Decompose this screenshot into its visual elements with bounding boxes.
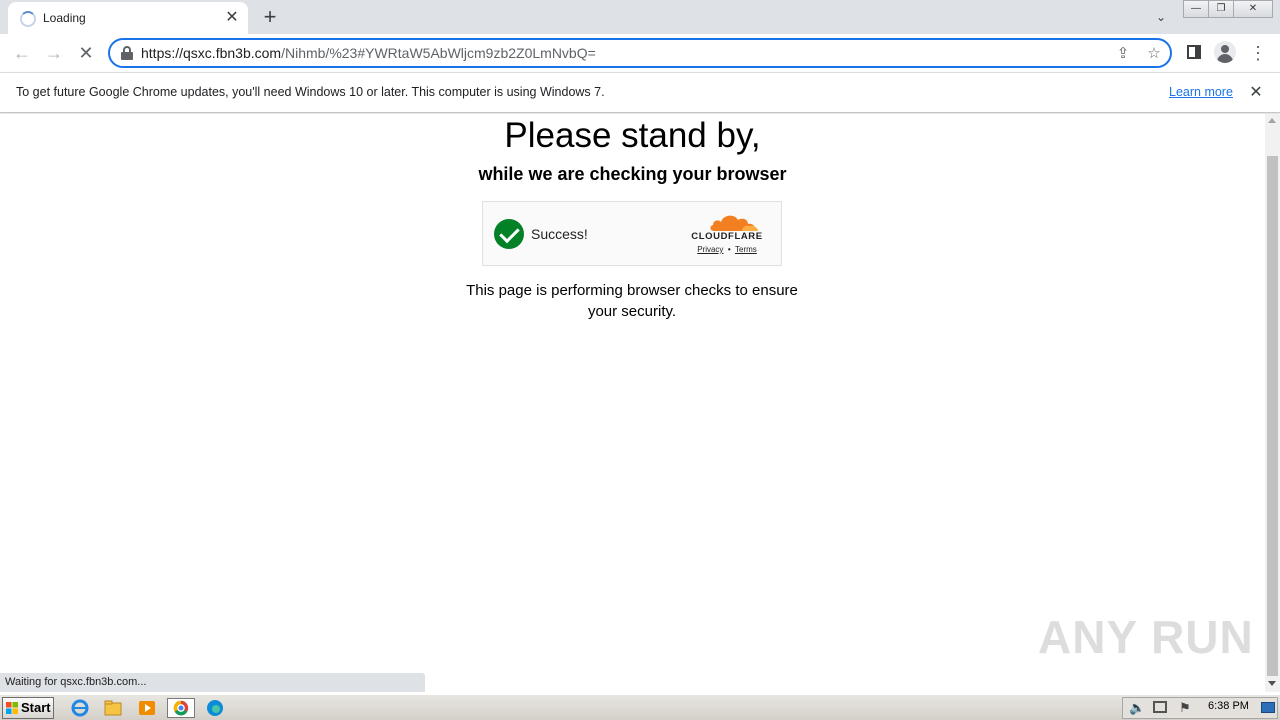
side-panel-icon[interactable] [1187, 45, 1201, 59]
volume-icon[interactable]: 🔈 [1129, 700, 1145, 716]
windows-taskbar: Start 🔈 ⚑ 6:38 PM [0, 694, 1280, 720]
infobar-message: To get future Google Chrome updates, you… [16, 85, 605, 99]
show-desktop-icon[interactable] [1261, 702, 1275, 713]
scroll-down-arrow-icon[interactable] [1268, 681, 1276, 686]
browser-tab[interactable]: Loading ✕ [8, 2, 248, 34]
url-text[interactable]: https://qsxc.fbn3b.com/Nihmb/%23#YWRtaW5… [141, 45, 596, 61]
profile-avatar-icon[interactable] [1214, 41, 1236, 63]
tab-search-button[interactable]: ⌄ [1150, 6, 1172, 28]
lock-icon[interactable] [121, 46, 133, 60]
network-icon[interactable] [1153, 701, 1167, 713]
browser-toolbar: ← → ✕ https://qsxc.fbn3b.com/Nihmb/%23#Y… [0, 34, 1280, 72]
close-window-button[interactable]: ✕ [1233, 0, 1273, 18]
terms-link[interactable]: Terms [735, 245, 757, 254]
success-check-icon [494, 219, 524, 249]
scroll-up-arrow-icon[interactable] [1268, 118, 1276, 123]
cloudflare-challenge-widget: Success! CLOUDFLARE Privacy • Terms [482, 201, 782, 266]
challenge-status: Success! [531, 226, 588, 242]
infobar-close-icon[interactable]: ✕ [1244, 81, 1268, 105]
cloudflare-links: Privacy • Terms [686, 245, 768, 254]
cloudflare-brand-text: CLOUDFLARE [691, 231, 763, 242]
start-label: Start [21, 700, 51, 715]
action-center-flag-icon[interactable]: ⚑ [1179, 700, 1191, 716]
page-subheadline: while we are checking your browser [478, 164, 787, 184]
edge-icon[interactable] [204, 698, 226, 718]
back-button[interactable]: ← [8, 39, 36, 67]
loading-spinner-icon [20, 11, 36, 27]
minimize-button[interactable]: — [1183, 0, 1209, 18]
chrome-taskbar-icon[interactable] [167, 698, 195, 718]
cloudflare-logo: CLOUDFLARE Privacy • Terms [686, 212, 766, 258]
url-domain: https://qsxc.fbn3b.com [141, 45, 282, 61]
address-bar[interactable]: https://qsxc.fbn3b.com/Nihmb/%23#YWRtaW5… [108, 38, 1172, 68]
tab-title: Loading [43, 11, 86, 25]
new-tab-button[interactable]: + [257, 4, 283, 30]
tab-strip: Loading ✕ + ⌄ — ❐ ✕ [0, 0, 1280, 34]
tab-close-icon[interactable]: ✕ [222, 8, 242, 28]
taskbar-clock[interactable]: 6:38 PM [1208, 700, 1249, 712]
restore-button[interactable]: ❐ [1208, 0, 1234, 18]
page-headline: Please stand by, [504, 116, 761, 155]
bookmark-star-icon[interactable]: ☆ [1143, 43, 1165, 65]
file-explorer-icon[interactable] [102, 698, 124, 718]
system-tray: 🔈 ⚑ [1122, 697, 1278, 719]
privacy-link[interactable]: Privacy [697, 245, 723, 254]
share-icon[interactable]: ⇪ [1112, 43, 1134, 65]
links-separator: • [727, 245, 731, 254]
chrome-menu-icon[interactable]: ⋮ [1245, 40, 1271, 66]
learn-more-link[interactable]: Learn more [1169, 85, 1233, 99]
stop-loading-button[interactable]: ✕ [72, 39, 100, 67]
cloudflare-cloud-icon [710, 215, 758, 231]
update-infobar: To get future Google Chrome updates, you… [0, 72, 1280, 113]
url-path: /Nihmb/%23#YWRtaW5AbWljcm9zb2Z0LmNvbQ= [281, 45, 596, 61]
status-bubble: Waiting for qsxc.fbn3b.com... [0, 673, 425, 692]
windows-logo-icon [6, 702, 18, 714]
internet-explorer-icon[interactable] [69, 698, 91, 718]
media-player-icon[interactable] [136, 698, 158, 718]
anyrun-watermark: ANY RUN [1038, 611, 1254, 663]
scroll-thumb[interactable] [1267, 156, 1278, 676]
forward-button[interactable]: → [40, 39, 68, 67]
security-message: This page is performing browser checks t… [466, 282, 798, 320]
page-content: Please stand by, while we are checking y… [0, 114, 1265, 692]
start-button[interactable]: Start [2, 697, 54, 719]
page-scrollbar[interactable] [1265, 114, 1280, 692]
